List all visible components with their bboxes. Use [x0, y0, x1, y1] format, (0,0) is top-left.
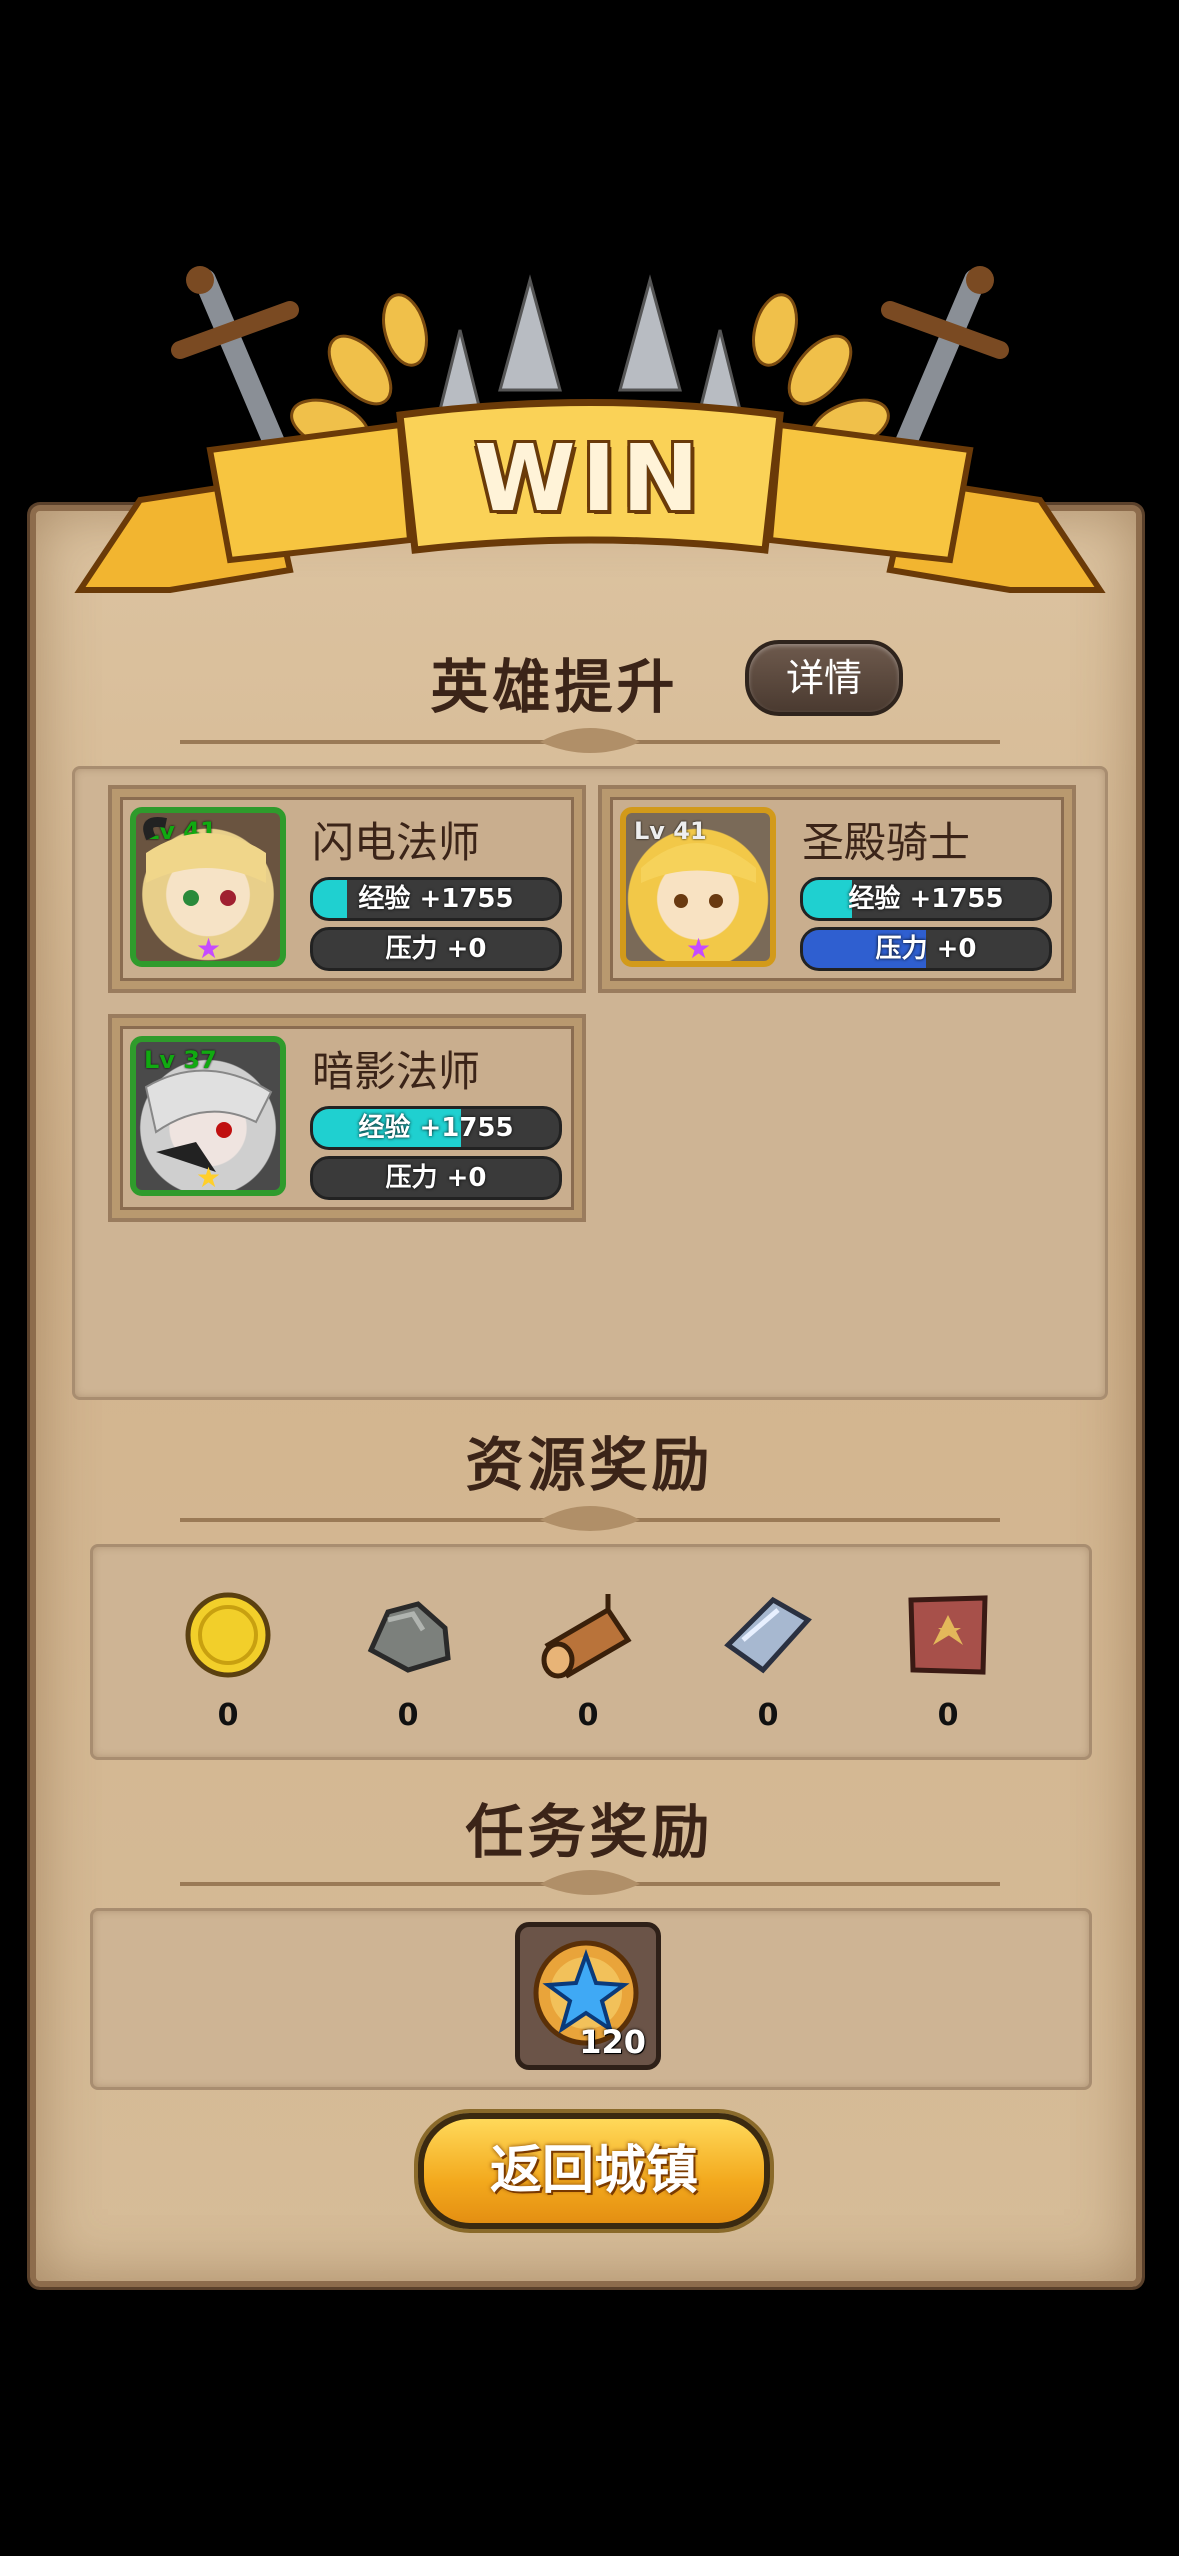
gold-coin-icon [185, 1592, 271, 1678]
resource-iron: 0 [708, 1590, 828, 1733]
hero-portrait: Lv 37 ★ [130, 1036, 286, 1196]
hero-name: 闪电法师 [312, 818, 481, 867]
hero-card[interactable]: Lv 37 ★ 暗影法师 经验 +1755 压力 +0 [108, 1014, 586, 1222]
win-title: WIN [474, 425, 705, 532]
iron-ingot-icon [724, 1596, 812, 1674]
exp-bar: 经验 +1755 [800, 877, 1052, 921]
rank-star-icon: ★ [196, 932, 222, 965]
divider-ornament [180, 1506, 1000, 1531]
quest-reward-count: 120 [579, 2023, 646, 2061]
exp-bar: 经验 +1755 [310, 877, 562, 921]
rank-star-icon: ★ [196, 1161, 222, 1194]
resource-count: 0 [937, 1698, 959, 1733]
details-button[interactable]: 详情 [745, 640, 903, 716]
exp-label: 经验 +1755 [358, 1113, 514, 1143]
hero-card[interactable]: Lv 41 ★ 圣殿骑士 经验 +1755 压力 +0 [598, 785, 1076, 993]
exp-label: 经验 +1755 [848, 884, 1004, 914]
resource-count: 0 [217, 1698, 239, 1733]
resource-leather: 0 [888, 1590, 1008, 1733]
divider-ornament [180, 1870, 1000, 1895]
leather-icon [908, 1595, 988, 1675]
stress-label: 压力 +0 [875, 934, 977, 964]
stress-label: 压力 +0 [385, 1163, 487, 1193]
resource-wood: 0 [528, 1590, 648, 1733]
resource-count: 0 [577, 1698, 599, 1733]
divider-ornament [180, 728, 1000, 753]
stress-bar: 压力 +0 [800, 927, 1052, 971]
hero-name: 圣殿骑士 [802, 818, 971, 867]
hero-name: 暗影法师 [312, 1047, 481, 1096]
return-to-town-button[interactable]: 返回城镇 [418, 2113, 770, 2229]
resource-count: 0 [397, 1698, 419, 1733]
resource-count: 0 [757, 1698, 779, 1733]
stress-bar: 压力 +0 [310, 927, 562, 971]
exp-label: 经验 +1755 [358, 884, 514, 914]
resources-section-title: 资源奖励 [465, 1431, 714, 1499]
quest-section-title: 任务奖励 [465, 1798, 714, 1866]
quest-reward-slot[interactable]: 120 [515, 1922, 661, 2070]
hero-portrait: Lv 41 ★ [620, 807, 776, 967]
hero-card[interactable]: Lv 41 ★ 闪电法师 经验 +1755 压力 +0 [108, 785, 586, 993]
stress-label: 压力 +0 [385, 934, 487, 964]
hero-section-title: 英雄提升 [430, 653, 679, 721]
stress-bar: 压力 +0 [310, 1156, 562, 1200]
exp-bar: 经验 +1755 [310, 1106, 562, 1150]
rank-star-icon: ★ [686, 932, 712, 965]
resource-stone: 0 [348, 1590, 468, 1733]
resource-gold: 0 [168, 1590, 288, 1733]
wood-log-icon [541, 1594, 632, 1679]
stone-icon [367, 1601, 451, 1673]
hero-portrait: Lv 41 ★ [130, 807, 286, 967]
